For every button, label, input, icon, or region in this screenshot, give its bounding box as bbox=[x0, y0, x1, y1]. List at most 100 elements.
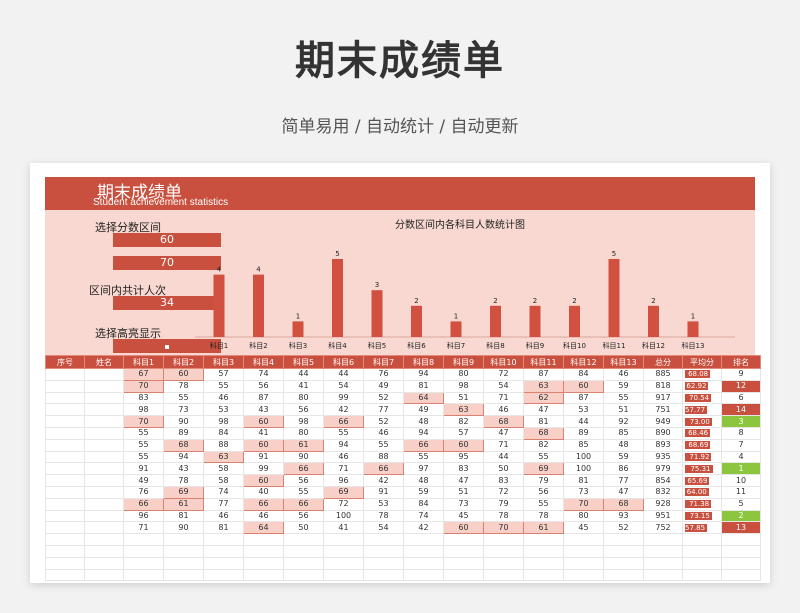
score-cell[interactable]: 60 bbox=[443, 438, 484, 452]
empty-cell[interactable] bbox=[363, 556, 404, 570]
column-header[interactable]: 科目11 bbox=[523, 355, 564, 369]
column-header[interactable]: 姓名 bbox=[84, 355, 124, 369]
score-cell[interactable]: 56 bbox=[283, 509, 324, 523]
empty-cell[interactable] bbox=[682, 556, 722, 570]
empty-cell[interactable] bbox=[203, 568, 244, 582]
score-cell[interactable]: 91 bbox=[363, 485, 404, 499]
score-cell[interactable]: 44 bbox=[283, 368, 324, 381]
empty-cell[interactable] bbox=[123, 556, 164, 570]
score-cell[interactable]: 54 bbox=[323, 379, 364, 393]
name-cell[interactable] bbox=[84, 462, 124, 476]
score-cell[interactable]: 83 bbox=[123, 391, 164, 405]
score-cell[interactable]: 71 bbox=[323, 462, 364, 476]
score-cell[interactable]: 78 bbox=[163, 474, 204, 487]
empty-cell[interactable] bbox=[523, 544, 564, 558]
average-cell[interactable]: 68.08 bbox=[682, 368, 722, 381]
index-cell[interactable] bbox=[45, 379, 85, 393]
score-cell[interactable]: 45 bbox=[443, 509, 484, 523]
score-cell[interactable]: 58 bbox=[203, 462, 244, 476]
total-cell[interactable]: 949 bbox=[643, 415, 683, 428]
empty-cell[interactable] bbox=[721, 556, 761, 570]
empty-cell[interactable] bbox=[163, 568, 204, 582]
empty-cell[interactable] bbox=[483, 533, 524, 546]
empty-cell[interactable] bbox=[283, 544, 324, 558]
score-cell[interactable]: 48 bbox=[403, 415, 444, 428]
score-cell[interactable]: 46 bbox=[603, 368, 644, 381]
score-cell[interactable]: 68 bbox=[163, 438, 204, 452]
average-cell[interactable]: 73.00 bbox=[682, 415, 722, 428]
total-cell[interactable]: 818 bbox=[643, 379, 683, 393]
average-cell[interactable]: 68.46 bbox=[682, 426, 722, 440]
empty-cell[interactable] bbox=[123, 544, 164, 558]
checkbox-icon[interactable] bbox=[165, 345, 169, 349]
score-cell[interactable]: 72 bbox=[323, 497, 364, 511]
score-cell[interactable]: 96 bbox=[323, 474, 364, 487]
score-cell[interactable]: 100 bbox=[323, 509, 364, 523]
score-cell[interactable]: 70 bbox=[563, 497, 604, 511]
score-cell[interactable]: 63 bbox=[523, 379, 564, 393]
score-cell[interactable]: 68 bbox=[483, 415, 524, 428]
column-header[interactable]: 科目10 bbox=[483, 355, 524, 369]
score-cell[interactable]: 46 bbox=[363, 426, 404, 440]
score-cell[interactable]: 99 bbox=[243, 462, 284, 476]
total-cell[interactable]: 751 bbox=[643, 403, 683, 417]
index-cell[interactable] bbox=[45, 403, 85, 417]
name-cell[interactable] bbox=[84, 450, 124, 464]
empty-cell[interactable] bbox=[721, 544, 761, 558]
average-cell[interactable]: 71.38 bbox=[682, 497, 722, 511]
score-cell[interactable]: 48 bbox=[403, 474, 444, 487]
empty-cell[interactable] bbox=[363, 568, 404, 582]
score-cell[interactable]: 61 bbox=[163, 497, 204, 511]
score-cell[interactable]: 74 bbox=[403, 509, 444, 523]
empty-cell[interactable] bbox=[203, 544, 244, 558]
score-cell[interactable]: 47 bbox=[603, 485, 644, 499]
empty-cell[interactable] bbox=[123, 533, 164, 546]
score-cell[interactable]: 42 bbox=[323, 403, 364, 417]
score-cell[interactable]: 63 bbox=[443, 403, 484, 417]
score-cell[interactable]: 47 bbox=[483, 426, 524, 440]
score-cell[interactable]: 83 bbox=[483, 474, 524, 487]
name-cell[interactable] bbox=[84, 379, 124, 393]
score-cell[interactable]: 81 bbox=[523, 415, 564, 428]
rank-cell[interactable]: 13 bbox=[721, 521, 761, 535]
rank-cell[interactable]: 10 bbox=[721, 474, 761, 487]
score-cell[interactable]: 68 bbox=[523, 426, 564, 440]
score-cell[interactable]: 58 bbox=[203, 474, 244, 487]
empty-cell[interactable] bbox=[483, 568, 524, 582]
empty-cell[interactable] bbox=[643, 556, 683, 570]
empty-cell[interactable] bbox=[403, 544, 444, 558]
score-cell[interactable]: 80 bbox=[283, 426, 324, 440]
empty-cell[interactable] bbox=[84, 568, 124, 582]
empty-cell[interactable] bbox=[283, 556, 324, 570]
score-cell[interactable]: 55 bbox=[323, 426, 364, 440]
score-cell[interactable]: 53 bbox=[363, 497, 404, 511]
score-cell[interactable]: 59 bbox=[603, 379, 644, 393]
score-cell[interactable]: 60 bbox=[443, 521, 484, 535]
score-cell[interactable]: 61 bbox=[523, 521, 564, 535]
empty-cell[interactable] bbox=[603, 568, 644, 582]
name-cell[interactable] bbox=[84, 521, 124, 535]
column-header[interactable]: 科目4 bbox=[243, 355, 284, 369]
score-cell[interactable]: 91 bbox=[123, 462, 164, 476]
score-cell[interactable]: 80 bbox=[563, 509, 604, 523]
total-cell[interactable]: 928 bbox=[643, 497, 683, 511]
empty-cell[interactable] bbox=[323, 556, 364, 570]
empty-cell[interactable] bbox=[243, 544, 284, 558]
score-cell[interactable]: 94 bbox=[163, 450, 204, 464]
score-cell[interactable]: 55 bbox=[523, 450, 564, 464]
score-cell[interactable]: 40 bbox=[243, 485, 284, 499]
score-cell[interactable]: 46 bbox=[203, 391, 244, 405]
score-cell[interactable]: 79 bbox=[483, 497, 524, 511]
score-cell[interactable]: 64 bbox=[243, 521, 284, 535]
column-header[interactable]: 科目12 bbox=[563, 355, 604, 369]
score-cell[interactable]: 72 bbox=[483, 485, 524, 499]
score-cell[interactable]: 78 bbox=[363, 509, 404, 523]
empty-cell[interactable] bbox=[682, 533, 722, 546]
rank-cell[interactable]: 6 bbox=[721, 391, 761, 405]
total-cell[interactable]: 890 bbox=[643, 426, 683, 440]
score-cell[interactable]: 76 bbox=[363, 368, 404, 381]
score-cell[interactable]: 59 bbox=[403, 485, 444, 499]
score-cell[interactable]: 46 bbox=[323, 450, 364, 464]
column-header[interactable]: 科目3 bbox=[203, 355, 244, 369]
empty-cell[interactable] bbox=[363, 533, 404, 546]
